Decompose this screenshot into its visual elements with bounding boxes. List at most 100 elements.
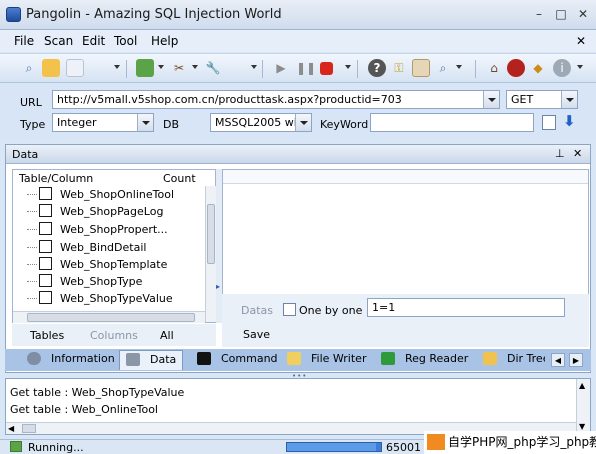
watermark-text: 自学PHP网_php学习_php教 — [448, 435, 596, 449]
tree-item[interactable]: Web_ShopOnlineTool — [27, 187, 207, 204]
chevron-down-icon[interactable] — [456, 65, 462, 69]
inject-icon[interactable] — [136, 59, 154, 77]
tree-item[interactable]: Web_ShopType — [27, 274, 207, 291]
scroll-thumb[interactable] — [27, 313, 195, 322]
condition-input[interactable]: 1=1 — [367, 298, 565, 317]
checkbox[interactable] — [39, 274, 52, 287]
checkbox[interactable] — [39, 222, 52, 235]
wrench-icon[interactable]: 🔧 — [204, 59, 222, 77]
tab-scroll-right-icon[interactable]: ▶ — [569, 353, 583, 367]
collapse-arrow-icon[interactable]: ▸ — [216, 282, 220, 291]
type-dropdown-button[interactable] — [137, 114, 153, 131]
tab-all[interactable]: All — [160, 329, 174, 342]
settings-grid-icon[interactable] — [542, 115, 556, 130]
tree-item[interactable]: Web_ShopTypeValue — [27, 291, 207, 305]
status-count: 65001 — [386, 441, 421, 454]
tools-icon[interactable]: ✂ — [170, 59, 188, 77]
search-icon[interactable]: ⌕ — [20, 59, 38, 77]
log-vertical-scrollbar[interactable]: ▲ ▼ — [576, 379, 590, 434]
menu-edit[interactable]: Edit — [82, 34, 105, 48]
play-icon[interactable]: ▶ — [272, 59, 290, 77]
checkbox[interactable] — [283, 303, 296, 316]
menu-help[interactable]: Help — [151, 34, 178, 48]
pause-icon[interactable]: ❚❚ — [296, 59, 316, 77]
method-dropdown-button[interactable] — [561, 91, 577, 108]
url-dropdown-button[interactable] — [483, 91, 499, 108]
pin-icon[interactable]: ⊥ — [555, 147, 565, 160]
scroll-thumb[interactable] — [207, 204, 215, 264]
download-arrow-icon[interactable]: ⬇ — [563, 112, 576, 130]
tab-scroll-left-icon[interactable]: ◀ — [551, 353, 565, 367]
tab-label: Command — [221, 352, 278, 365]
app-icon — [6, 7, 21, 22]
menu-scan[interactable]: Scan — [44, 34, 73, 48]
db-dropdown-button[interactable] — [295, 114, 311, 131]
tree-item[interactable]: Web_ShopPageLog — [27, 204, 207, 221]
save-button[interactable]: Save — [243, 328, 270, 341]
panel-close-icon[interactable]: ✕ — [576, 34, 586, 48]
chevron-down-icon[interactable] — [158, 65, 164, 69]
checkbox[interactable] — [39, 187, 52, 200]
tree-horizontal-scrollbar[interactable] — [13, 311, 205, 323]
table-tree: Table/Column Count Web_ShopOnlineTool We… — [12, 169, 216, 323]
scroll-down-icon[interactable]: ▼ — [579, 422, 585, 431]
info-icon[interactable]: i — [553, 59, 571, 77]
db-select[interactable]: MSSQL2005 with I — [210, 113, 312, 132]
tab-tables[interactable]: Tables — [30, 329, 64, 342]
stop-icon[interactable] — [320, 62, 333, 75]
chevron-down-icon[interactable] — [251, 65, 257, 69]
window-title: Pangolin - Amazing SQL Injection World — [26, 7, 282, 22]
minimize-button[interactable]: – — [532, 8, 546, 20]
home-icon[interactable]: ⌂ — [485, 59, 503, 77]
open-file-icon[interactable] — [42, 59, 60, 77]
chevron-down-icon[interactable] — [577, 65, 583, 69]
checkbox[interactable] — [39, 291, 52, 304]
maximize-button[interactable]: □ — [554, 8, 568, 20]
scroll-left-icon[interactable]: ◀ — [8, 424, 14, 433]
tab-columns[interactable]: Columns — [90, 329, 138, 342]
menu-file[interactable]: File — [14, 34, 34, 48]
keyword-input[interactable] — [370, 113, 534, 132]
update-icon[interactable]: ◆ — [529, 59, 547, 77]
data-panel-title: Data — [12, 148, 39, 161]
tab-reg-reader[interactable]: Reg Reader — [381, 352, 468, 369]
checkbox[interactable] — [39, 204, 52, 217]
bottom-tab-bar: Information Data Command File Writer Reg… — [5, 349, 591, 371]
tab-file-writer[interactable]: File Writer — [287, 352, 366, 369]
chevron-down-icon[interactable] — [114, 65, 120, 69]
checkbox[interactable] — [39, 257, 52, 270]
tree-item[interactable]: Web_BindDetail — [27, 240, 207, 257]
data-controls: Datas One by one 1=1 Save — [222, 294, 589, 347]
title-bar: Pangolin - Amazing SQL Injection World –… — [0, 0, 596, 30]
help-icon[interactable]: ? — [368, 59, 386, 77]
clipboard-icon[interactable] — [66, 59, 84, 77]
tree-item[interactable]: Web_ShopTemplate — [27, 257, 207, 274]
chevron-down-icon[interactable] — [345, 65, 351, 69]
tab-command[interactable]: Command — [197, 352, 278, 369]
target-panel: URL http://v5mall.v5shop.com.cn/productt… — [0, 84, 596, 140]
url-input[interactable]: http://v5mall.v5shop.com.cn/producttask.… — [52, 90, 500, 109]
watermark: 自学PHP网_php学习_php教 — [424, 431, 596, 454]
log-line: Get table : Web_ShopTypeValue — [10, 386, 185, 399]
scroll-up-icon[interactable]: ▲ — [579, 381, 585, 390]
method-select[interactable]: GET — [506, 90, 578, 109]
close-button[interactable]: ✕ — [576, 8, 590, 20]
tree-item[interactable]: Web_ShopPropert... — [27, 222, 207, 239]
close-icon[interactable]: ✕ — [573, 147, 582, 160]
tab-data[interactable]: Data — [119, 350, 184, 370]
type-select[interactable]: Integer — [52, 113, 154, 132]
toolbar-separator — [126, 60, 127, 78]
database-icon — [126, 353, 140, 366]
bug-icon[interactable] — [507, 59, 525, 77]
tab-dir-tree[interactable]: Dir Tree — [483, 352, 545, 369]
scroll-thumb[interactable] — [22, 424, 36, 433]
notes-icon[interactable] — [412, 59, 430, 77]
checkbox[interactable] — [39, 240, 52, 253]
menu-tool[interactable]: Tool — [114, 34, 137, 48]
chevron-down-icon[interactable] — [192, 65, 198, 69]
magnifier-icon[interactable]: ⌕ — [434, 59, 452, 77]
tree-vertical-scrollbar[interactable] — [205, 186, 216, 322]
one-by-one-checkbox[interactable]: One by one — [283, 303, 362, 317]
tab-information[interactable]: Information — [27, 352, 115, 369]
key-icon[interactable]: ⚿ — [390, 59, 408, 77]
